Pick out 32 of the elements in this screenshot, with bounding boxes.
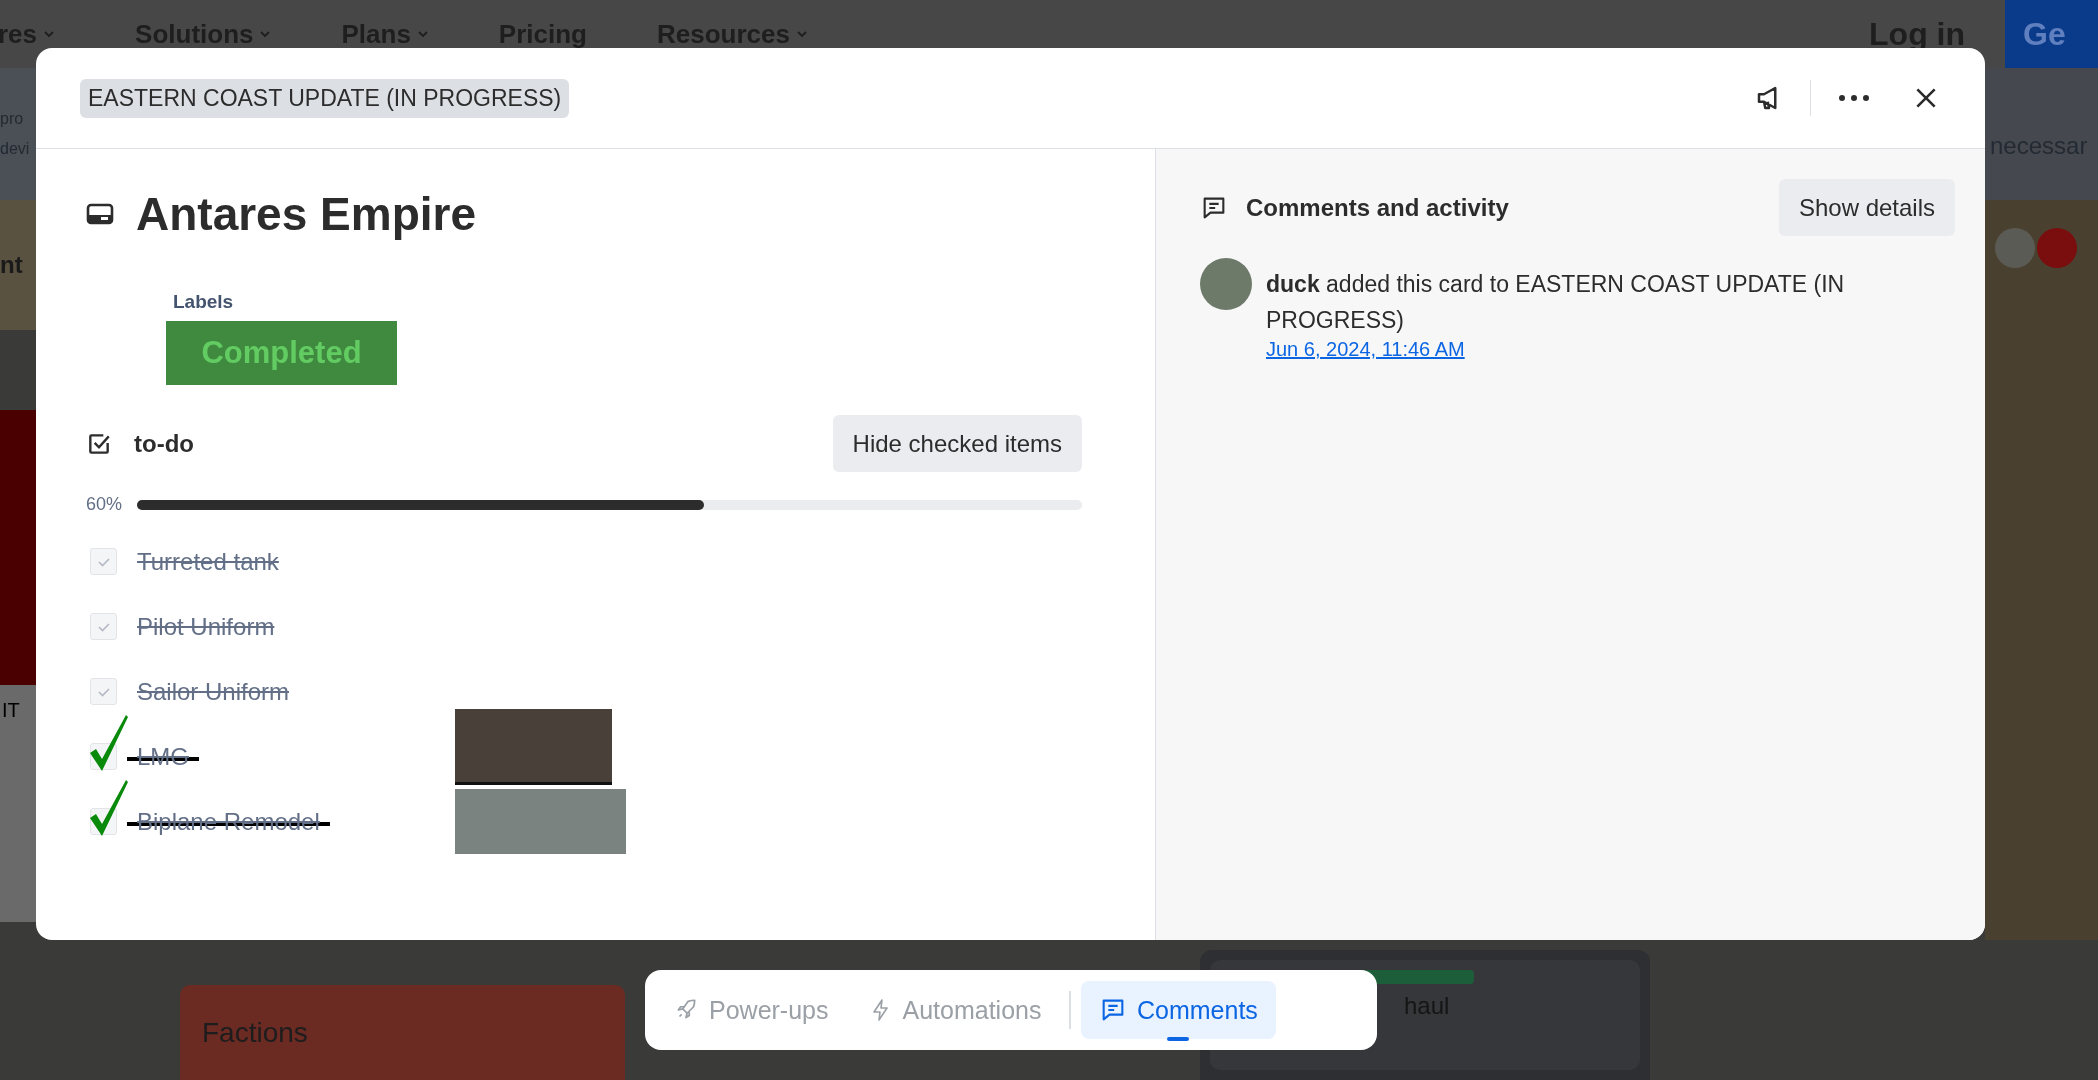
show-details-button[interactable]: Show details <box>1778 179 1955 236</box>
checkbox[interactable] <box>90 613 117 640</box>
signup-button[interactable]: Ge <box>2005 0 2098 68</box>
avatar <box>1200 258 1252 310</box>
caret-icon <box>416 30 429 38</box>
checkbox[interactable] <box>90 548 117 575</box>
checklist-item-text[interactable]: Sailor Uniform <box>137 677 290 706</box>
hide-checked-button[interactable]: Hide checked items <box>832 415 1082 472</box>
check-mark-icon <box>88 778 130 836</box>
checklist-item-text[interactable]: Pilot Uniform <box>137 612 275 641</box>
background-heading: nt <box>0 251 23 279</box>
activity-text: duck added this card to EASTERN COAST UPDATE (IN PROGRESS) <box>1266 270 1846 335</box>
avatar <box>2037 228 2077 268</box>
caret-icon <box>795 30 808 38</box>
list-name-badge[interactable]: EASTERN COAST UPDATE (IN PROGRESS) <box>80 78 570 118</box>
avatar <box>1995 228 2035 268</box>
timestamp-link[interactable]: Jun 6, 2024, 11:46 AM <box>1266 338 1465 360</box>
caret-icon <box>43 30 56 38</box>
card-icon <box>86 202 114 226</box>
card-title[interactable]: Antares Empire <box>136 187 476 241</box>
background-text: IT <box>0 685 36 922</box>
caret-icon <box>259 30 272 38</box>
toolbar-tab[interactable]: Power-ups <box>655 981 847 1039</box>
checklist-title[interactable]: to-do <box>134 429 833 458</box>
toolbar-tab[interactable]: Comments <box>1080 981 1276 1039</box>
toolbar-tab[interactable]: Automations <box>850 981 1060 1039</box>
checklist-item-text[interactable]: Turreted tank <box>137 547 279 576</box>
labels-heading: Labels <box>173 291 235 313</box>
check-mark-icon <box>88 713 130 771</box>
checkbox[interactable] <box>90 678 117 705</box>
activity-heading: Comments and activity <box>1246 193 1510 222</box>
progress-percent: 60% <box>86 494 124 515</box>
